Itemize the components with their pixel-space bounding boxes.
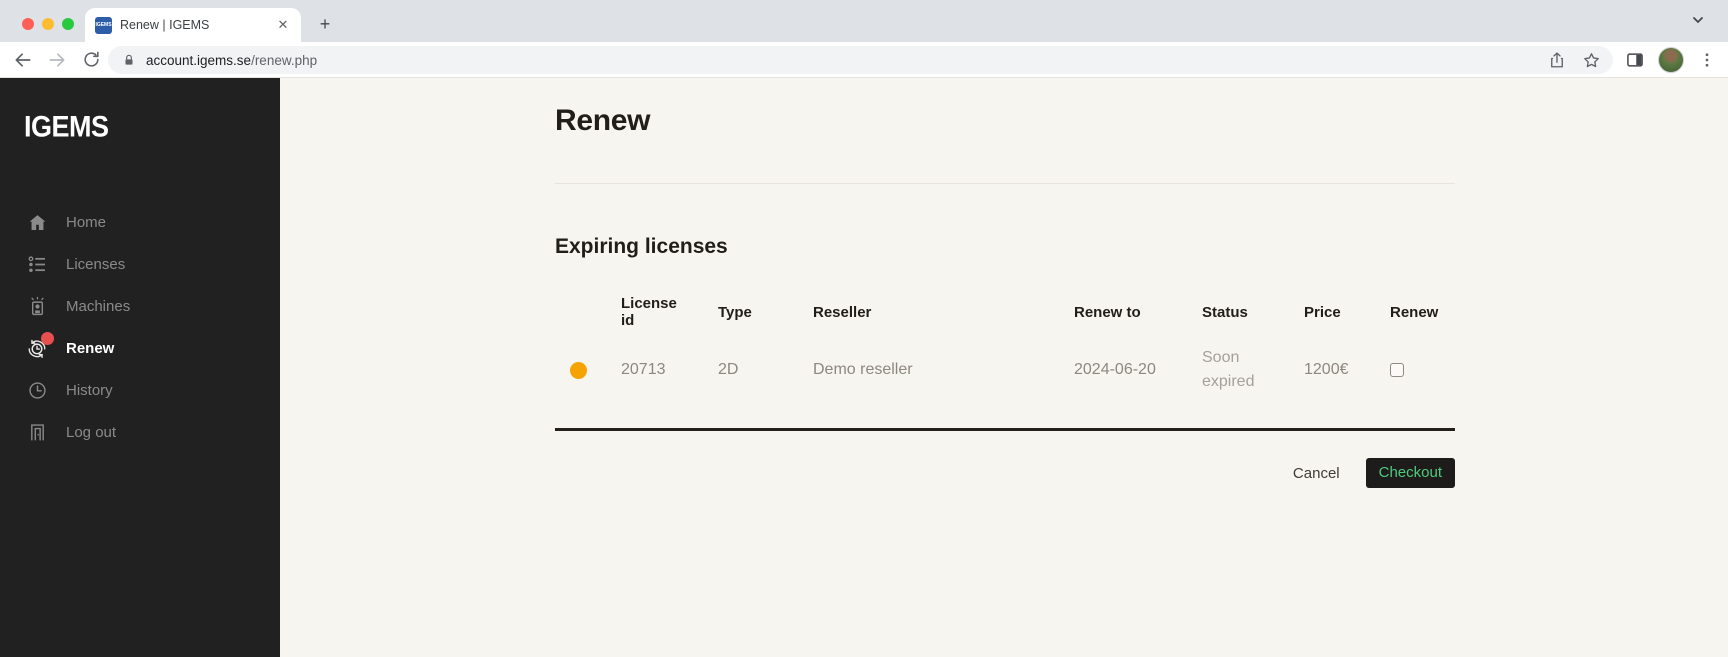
tab-close-icon[interactable]: ✕ [275,17,291,33]
table-row: 20713 2D Demo reseller 2024-06-20 Soon e… [555,338,1455,402]
tab-strip: IGEMS Renew | IGEMS ✕ + [0,0,1728,42]
cell-type: 2D [718,361,739,378]
url-text: account.igems.se/renew.php [146,53,1535,68]
reload-icon[interactable] [78,47,104,73]
page-body: IGEMS Home Licenses Machines Renew Histo… [0,78,1728,657]
side-panel-icon[interactable] [1622,47,1648,73]
col-header-status: Status [1202,303,1248,321]
address-bar[interactable]: account.igems.se/renew.php [108,46,1613,74]
browser-tab[interactable]: IGEMS Renew | IGEMS ✕ [85,8,301,42]
title-divider [555,183,1455,184]
col-header-type: Type [718,303,752,321]
renew-checkbox[interactable] [1390,363,1404,377]
sidebar-nav: Home Licenses Machines Renew History Log… [0,201,280,453]
sidebar-item-label: Home [66,213,107,231]
sidebar-item-renew[interactable]: Renew [0,327,280,369]
cell-price: 1200€ [1304,361,1349,378]
col-header-price: Price [1304,303,1341,321]
home-icon [26,211,48,233]
kebab-menu-icon[interactable] [1694,47,1720,73]
cancel-button[interactable]: Cancel [1293,465,1340,482]
machine-icon [26,295,48,317]
footer-actions: Cancel Checkout [555,458,1455,488]
status-dot-cell [555,361,621,379]
licenses-list-icon [26,253,48,275]
new-tab-button[interactable]: + [313,13,337,37]
sidebar-item-label: Log out [66,423,117,441]
main-content: Renew Expiring licenses License id Type … [555,78,1455,488]
col-header-license-id: License id [621,295,677,329]
cell-reseller: Demo reseller [813,361,913,378]
tab-search-chevron-icon[interactable] [1690,12,1706,28]
page-title: Renew [555,104,651,137]
sidebar-item-label: Licenses [66,255,126,273]
history-clock-icon [26,379,48,401]
section-title: Expiring licenses [555,235,728,258]
sidebar-item-logout[interactable]: Log out [0,411,280,453]
share-icon[interactable] [1545,48,1569,72]
sidebar-item-licenses[interactable]: Licenses [0,243,280,285]
sidebar-item-label: Machines [66,297,131,315]
logout-door-icon [26,421,48,443]
sidebar-item-home[interactable]: Home [0,201,280,243]
table-header-row: License id Type Reseller Renew to Status… [555,288,1455,336]
sidebar-item-machines[interactable]: Machines [0,285,280,327]
mac-close-button[interactable] [22,18,34,30]
back-icon[interactable] [10,47,36,73]
sidebar: IGEMS Home Licenses Machines Renew Histo… [0,78,280,657]
forward-icon[interactable] [44,47,70,73]
sidebar-item-label: History [66,381,113,399]
mac-zoom-button[interactable] [62,18,74,30]
mac-minimize-button[interactable] [42,18,54,30]
cell-license-id: 20713 [621,361,666,378]
url-path: /renew.php [251,52,318,68]
licenses-table: License id Type Reseller Renew to Status… [555,288,1455,431]
status-dot [570,361,587,379]
sidebar-item-history[interactable]: History [0,369,280,411]
toolbar-right-cluster [1622,42,1720,78]
cell-status: Soon expired [1202,349,1255,390]
bookmark-star-icon[interactable] [1579,48,1603,72]
checkout-button[interactable]: Checkout [1365,458,1455,488]
browser-window: IGEMS Renew | IGEMS ✕ + account.igems.se… [0,0,1728,657]
renew-notification-badge [41,332,54,345]
igems-logo: IGEMS [24,110,109,144]
sidebar-item-label: Renew [66,339,115,357]
browser-toolbar: account.igems.se/renew.php [0,42,1728,78]
url-domain: account.igems.se [146,52,252,68]
cell-renew-to: 2024-06-20 [1074,361,1156,378]
tab-title: Renew | IGEMS [120,18,210,32]
col-header-reseller: Reseller [813,303,872,321]
lock-icon [125,54,133,65]
cell-renew-checkbox [1390,363,1455,377]
profile-avatar[interactable] [1658,47,1684,73]
site-favicon-icon: IGEMS [95,16,112,34]
col-header-renew-to: Renew to [1074,303,1141,321]
col-header-renew: Renew [1390,303,1439,321]
renew-icon [26,332,54,359]
